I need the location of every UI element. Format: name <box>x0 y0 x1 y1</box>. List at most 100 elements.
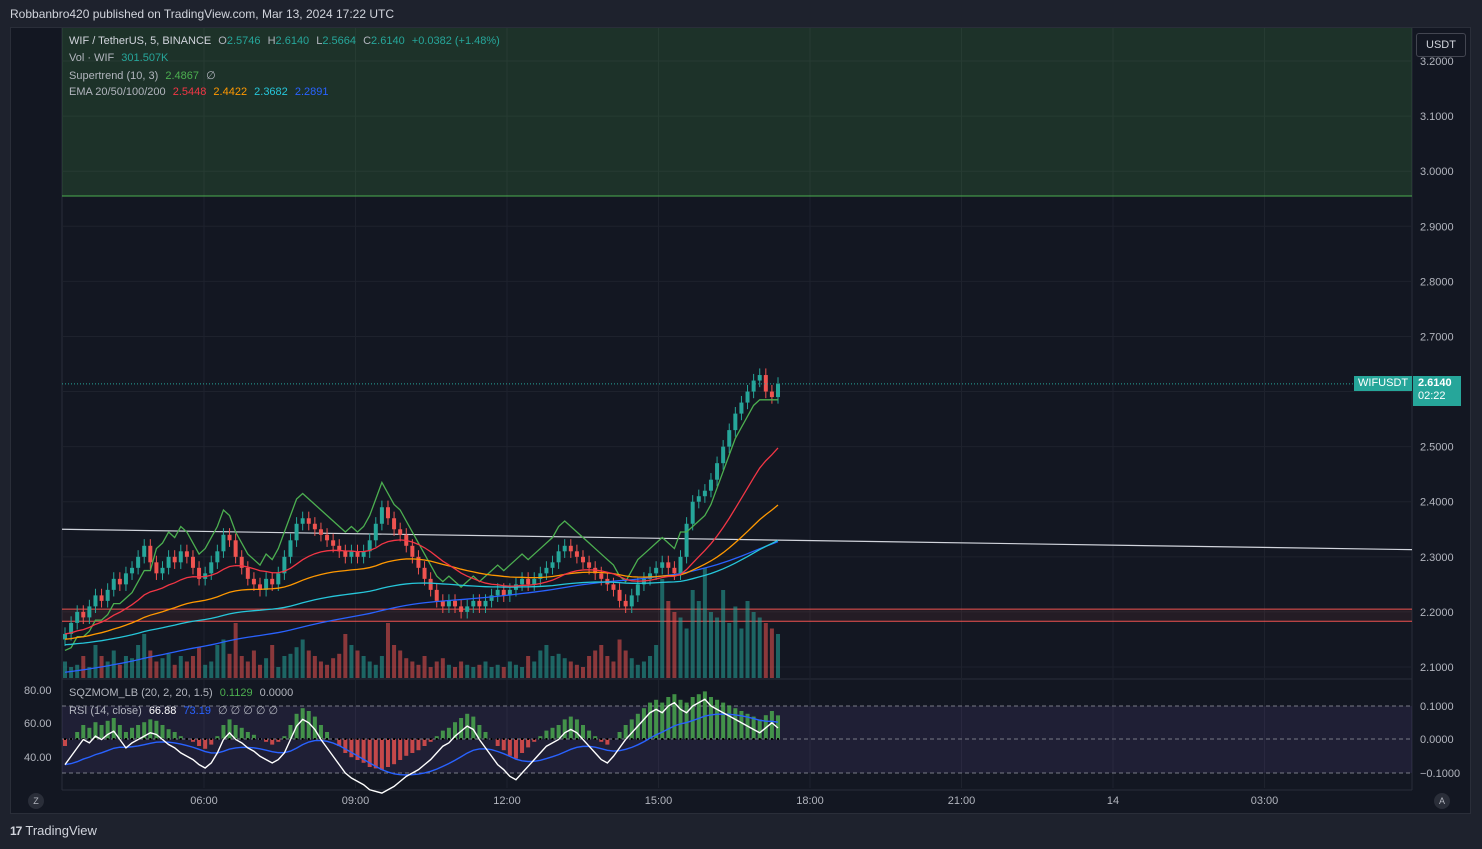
volume-bar <box>300 639 305 678</box>
volume-bar <box>769 628 774 678</box>
osc-tick-label: −0.1000 <box>1420 768 1460 780</box>
volume-bar <box>81 656 86 678</box>
volume-bar <box>233 623 238 678</box>
high-value: 2.6140 <box>275 35 310 47</box>
volume-bar <box>629 658 634 678</box>
squeeze-dot <box>112 738 115 740</box>
price-tick-label: 2.7000 <box>1420 331 1454 343</box>
osc-tick-label: 0.0000 <box>1420 734 1454 746</box>
candle-body <box>733 413 738 431</box>
volume-bar <box>672 612 677 678</box>
candle-body <box>148 545 153 563</box>
momentum-bar <box>648 702 653 739</box>
momentum-bar <box>526 739 531 748</box>
candle-body <box>154 562 159 574</box>
price-chart[interactable]: 3.20003.10003.00002.90002.80002.70002.60… <box>0 0 1482 849</box>
auto-scale-toggle[interactable]: A <box>1434 793 1450 809</box>
candle-body <box>233 540 238 557</box>
volume-bar <box>361 656 366 678</box>
candle-body <box>410 545 415 557</box>
candle-body <box>672 567 677 574</box>
volume-bar <box>331 658 336 678</box>
volume-bar <box>288 653 293 678</box>
squeeze-dot <box>612 738 615 740</box>
candle-body <box>721 446 726 464</box>
volume-bar <box>666 601 671 678</box>
momentum-bar <box>398 739 403 760</box>
squeeze-dot <box>569 738 572 740</box>
volume-bar <box>355 650 360 678</box>
squeeze-dot <box>405 738 408 740</box>
momentum-bar <box>666 697 671 739</box>
volume-bar <box>513 664 518 678</box>
volume-bar <box>562 658 567 678</box>
momentum-bar <box>641 708 646 739</box>
momentum-bar <box>690 697 695 739</box>
candle-body <box>727 430 732 447</box>
time-tick-label: 06:00 <box>190 795 218 807</box>
momentum-bar <box>684 702 689 739</box>
price-tick-label: 3.0000 <box>1420 166 1454 178</box>
volume-bar <box>532 661 537 678</box>
volume-bar <box>587 656 592 678</box>
squeeze-dot <box>685 738 688 740</box>
candle-body <box>276 573 281 585</box>
candle-body <box>349 551 354 557</box>
volume-bar <box>117 664 122 678</box>
momentum-bar <box>343 739 348 753</box>
candle-body <box>215 551 220 563</box>
squeeze-dot <box>514 738 517 740</box>
candle-body <box>660 562 665 568</box>
candle-body <box>81 611 86 618</box>
squeeze-dot <box>326 738 329 740</box>
volume-bar <box>422 656 427 678</box>
volume-bar <box>684 628 689 678</box>
volume-bar <box>580 667 585 678</box>
squeeze-dot <box>338 738 341 740</box>
volume-bar <box>440 658 445 678</box>
rsi-value: 66.88 <box>148 705 177 717</box>
momentum-bar <box>130 727 135 739</box>
currency-button[interactable]: USDT <box>1416 33 1466 57</box>
squeeze-dot <box>368 738 371 740</box>
symbol-name[interactable]: WIF / TetherUS, 5, BINANCE <box>69 35 211 47</box>
momentum-bar <box>660 702 665 739</box>
volume-bar <box>721 590 726 678</box>
squeeze-dot <box>332 738 335 740</box>
candle-body <box>93 595 98 607</box>
squeeze-dot <box>265 738 268 740</box>
volume-value: 301.507K <box>121 52 169 64</box>
squeeze-dot <box>240 738 243 740</box>
squeeze-dot <box>764 738 767 740</box>
momentum-bar <box>483 732 488 739</box>
log-scale-toggle[interactable]: Z <box>28 793 44 809</box>
volume-bar <box>611 661 616 678</box>
candle-body <box>422 567 427 579</box>
volume-bar <box>373 664 378 678</box>
volume-bar <box>276 667 281 678</box>
volume-bar <box>343 634 348 678</box>
volume-bar <box>148 650 153 678</box>
squeeze-dot <box>667 738 670 740</box>
squeeze-dot <box>606 738 609 740</box>
candle-body <box>587 562 592 568</box>
volume-bar <box>264 658 269 678</box>
momentum-bar <box>751 716 756 739</box>
volume-bar <box>623 650 628 678</box>
volume-bar <box>325 664 330 678</box>
momentum-bar <box>544 730 549 739</box>
squeeze-dot <box>740 738 743 740</box>
momentum-bar <box>148 719 153 739</box>
volume-bar <box>605 656 610 678</box>
momentum-bar <box>757 719 762 739</box>
volume-bar <box>190 656 195 678</box>
volume-bar <box>641 661 646 678</box>
volume-bar <box>574 664 579 678</box>
candle-body <box>288 540 293 557</box>
candle-body <box>117 578 122 585</box>
squeeze-dot <box>770 738 773 740</box>
candle-body <box>666 562 671 568</box>
squeeze-dot <box>259 738 262 740</box>
squeeze-dot <box>393 738 396 740</box>
volume-bar <box>654 645 659 678</box>
